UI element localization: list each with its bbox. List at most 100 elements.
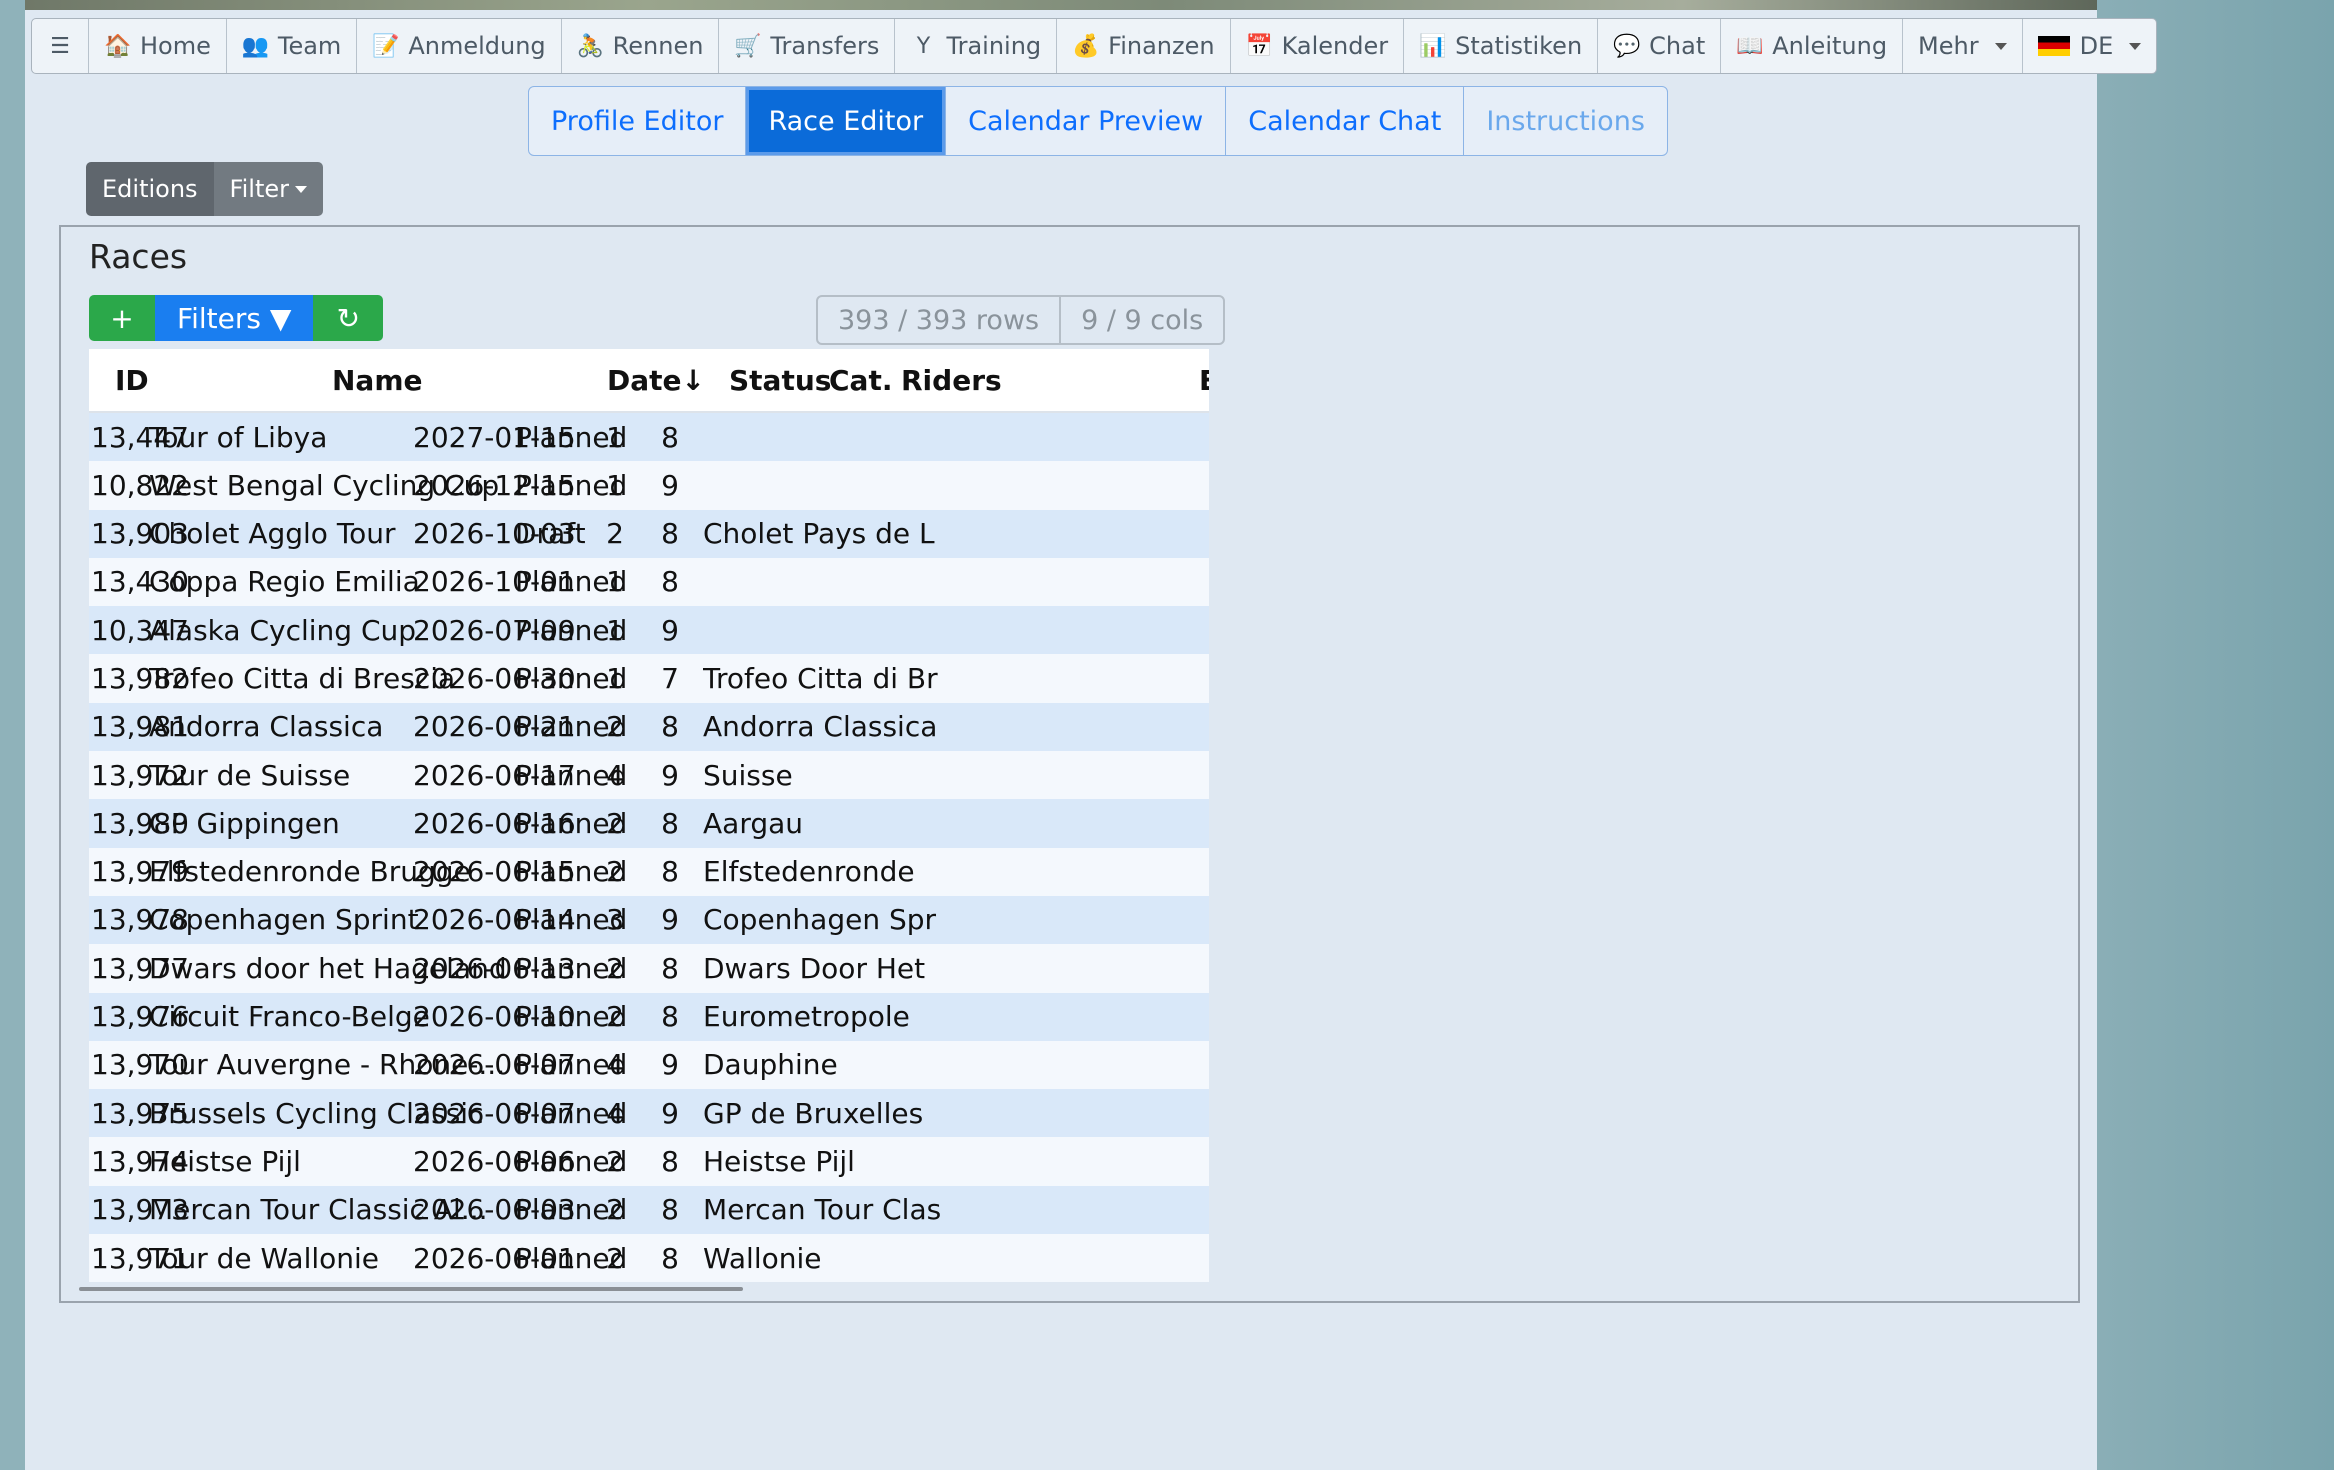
- cell-cat: 2: [606, 1000, 624, 1034]
- nav-item-label: Home: [140, 32, 211, 60]
- nav-item-label: Anleitung: [1772, 32, 1888, 60]
- table-row[interactable]: 13,975 Brussels Cycling Classic 2026-06-07…: [89, 1089, 1209, 1138]
- training-icon: Y: [916, 33, 931, 59]
- table-counts: 393 / 393 rows 9 / 9 cols: [816, 295, 1226, 345]
- cell-riders: 9: [661, 468, 679, 502]
- cell-extra: Wallonie: [703, 1241, 822, 1275]
- editions-button[interactable]: Editions: [86, 162, 214, 216]
- refresh-button[interactable]: ↻: [313, 295, 384, 341]
- table-row[interactable]: 13,980 GP Gippingen 2026-06-16 Planned 2 8 Aar…: [89, 799, 1209, 848]
- main-navbar: ☰ 🏠 Home 👥 Team 📝 Anmeldung 🚴 Rennen 🛒 Transfers Y…: [31, 18, 2158, 74]
- nav-item-chat[interactable]: 💬 Chat: [1598, 19, 1722, 73]
- cell-riders: 8: [661, 1241, 679, 1275]
- cell-riders: 9: [661, 1048, 679, 1082]
- team-icon: 👥: [241, 33, 270, 59]
- nav-more-dropdown[interactable]: Mehr: [1903, 19, 2023, 73]
- nav-item-anleitung[interactable]: 📖 Anleitung: [1721, 19, 1904, 73]
- header-name[interactable]: Name: [332, 349, 423, 411]
- cell-name: Tour de Wallonie: [149, 1241, 380, 1275]
- table-row[interactable]: 13,982 Trofeo Citta di Brescia 2026-06-30 P…: [89, 654, 1209, 703]
- nav-item-statistiken[interactable]: 📊 Statistiken: [1404, 19, 1599, 73]
- cell-riders: 8: [661, 1193, 679, 1227]
- cell-extra: Suisse: [703, 758, 793, 792]
- nav-item-finanzen[interactable]: 💰 Finanzen: [1057, 19, 1231, 73]
- column-count[interactable]: 9 / 9 cols: [1061, 297, 1223, 343]
- cell-name: Cholet Agglo Tour: [149, 517, 396, 551]
- nav-item-training[interactable]: Y Training: [895, 19, 1058, 73]
- cell-cat: 1: [606, 420, 624, 454]
- cell-name: Andorra Classica: [149, 710, 384, 744]
- german-flag-icon: [2037, 36, 2070, 56]
- tab-calendar-preview[interactable]: Calendar Preview: [946, 87, 1227, 155]
- book-icon: 📖: [1736, 33, 1764, 59]
- table-row[interactable]: 13,972 Tour de Suisse 2026-06-17 Planned 4 9 S…: [89, 751, 1209, 800]
- cell-cat: 1: [606, 468, 624, 502]
- cell-cat: 2: [606, 855, 624, 889]
- cell-name: Tour of Libya: [149, 420, 328, 454]
- table-body: 13,447 Tour of Libya 2027-01-15 Planned 1 8 10…: [89, 413, 1209, 1283]
- cell-extra: Copenhagen Spr: [703, 903, 937, 937]
- house-icon: 🏠: [104, 33, 132, 59]
- table-row[interactable]: 13,976 Circuit Franco-Belge 2026-06-10 Plan…: [89, 992, 1209, 1041]
- cell-status: Draft: [515, 517, 586, 551]
- cell-cat: 1: [606, 661, 624, 695]
- table-row[interactable]: 13,981 Andorra Classica 2026-06-21 Planned 2…: [89, 702, 1209, 752]
- cell-extra: Dwars Door Het: [703, 951, 926, 985]
- nav-item-label: Finanzen: [1108, 32, 1215, 60]
- nav-item-kalender[interactable]: 📅 Kalender: [1231, 19, 1405, 73]
- cell-cat: 1: [606, 565, 624, 599]
- nav-item-label: Training: [946, 32, 1042, 60]
- nav-item-home[interactable]: 🏠 Home: [89, 19, 227, 73]
- filter-dropdown-button[interactable]: Filter: [213, 162, 323, 216]
- table-row[interactable]: 13,973 Mercan Tour Classic Al... 2026-06-0…: [89, 1185, 1209, 1235]
- nav-item-anmeldung[interactable]: 📝 Anmeldung: [357, 19, 562, 73]
- table-row[interactable]: 10,347 Alaska Cycling Cup 2026-07-09 Planne…: [89, 606, 1209, 655]
- cell-extra: Aargau: [703, 806, 804, 840]
- table-row[interactable]: 13,903 Cholet Agglo Tour 2026-10-03 Draft 2 8…: [89, 509, 1209, 558]
- cell-riders: 9: [661, 903, 679, 937]
- menu-toggle-button[interactable]: ☰: [32, 19, 89, 73]
- tab-profile-editor[interactable]: Profile Editor: [529, 87, 747, 155]
- cell-riders: 8: [661, 951, 679, 985]
- header-id[interactable]: ID: [115, 349, 149, 411]
- table-row[interactable]: 13,979 Elfstedenronde Brugge 2026-06-15 Pla…: [89, 847, 1209, 896]
- table-row[interactable]: 13,430 Coppa Regio Emilia 2026-10-01 Planne…: [89, 557, 1209, 607]
- header-status[interactable]: Status: [729, 349, 831, 411]
- card-title: Races: [89, 237, 188, 276]
- header-riders[interactable]: Riders: [901, 349, 1002, 411]
- tab-race-editor[interactable]: Race Editor: [746, 87, 947, 155]
- horizontal-scrollbar[interactable]: [79, 1287, 743, 1291]
- cell-extra: Trofeo Citta di Br: [703, 661, 938, 695]
- editor-tabs: Profile Editor Race Editor Calendar Previe…: [528, 86, 1668, 156]
- nav-item-team[interactable]: 👥 Team: [227, 19, 358, 73]
- cell-extra: Heistse Pijl: [703, 1144, 855, 1178]
- tab-instructions[interactable]: Instructions: [1464, 87, 1667, 155]
- cell-riders: 8: [661, 420, 679, 454]
- nav-item-label: Statistiken: [1455, 32, 1583, 60]
- cell-extra: Dauphine: [703, 1048, 838, 1082]
- table-row[interactable]: 13,970 Tour Auvergne - Rhone-... 2026-06-0…: [89, 1040, 1209, 1090]
- header-date[interactable]: Date↓: [607, 349, 705, 411]
- table-row[interactable]: 13,447 Tour of Libya 2027-01-15 Planned 1 8: [89, 413, 1209, 462]
- header-category[interactable]: Cat.: [829, 349, 892, 411]
- table-row[interactable]: 13,974 Heistse Pijl 2026-06-06 Planned 2 8 Hei…: [89, 1137, 1209, 1186]
- nav-item-transfers[interactable]: 🛒 Transfers: [719, 19, 896, 73]
- nav-item-label: Kalender: [1281, 32, 1389, 60]
- language-dropdown[interactable]: DE: [2023, 19, 2157, 73]
- hamburger-icon: ☰: [50, 33, 70, 59]
- filter-label: Filter: [229, 175, 289, 203]
- header-extra[interactable]: E: [1199, 349, 1209, 411]
- chart-icon: 📊: [1419, 33, 1447, 59]
- add-race-button[interactable]: +: [89, 295, 155, 341]
- table-row[interactable]: 13,978 Copenhagen Sprint 2026-06-14 Planned…: [89, 895, 1209, 945]
- table-row[interactable]: 13,977 Dwars door het Hageland 2026-06-13 P…: [89, 944, 1209, 993]
- table-row[interactable]: 13,971 Tour de Wallonie 2026-06-01 Planned 2…: [89, 1234, 1209, 1283]
- cell-riders: 8: [661, 565, 679, 599]
- tab-calendar-chat[interactable]: Calendar Chat: [1226, 87, 1465, 155]
- table-row[interactable]: 10,822 West Bengal Cycling Cup 2026-12-15 P…: [89, 461, 1209, 510]
- cell-cat: 2: [606, 1241, 624, 1275]
- cell-cat: 4: [606, 758, 624, 792]
- nav-item-rennen[interactable]: 🚴 Rennen: [562, 19, 720, 73]
- filters-button[interactable]: Filters ▼: [155, 295, 314, 341]
- cell-cat: 3: [606, 903, 624, 937]
